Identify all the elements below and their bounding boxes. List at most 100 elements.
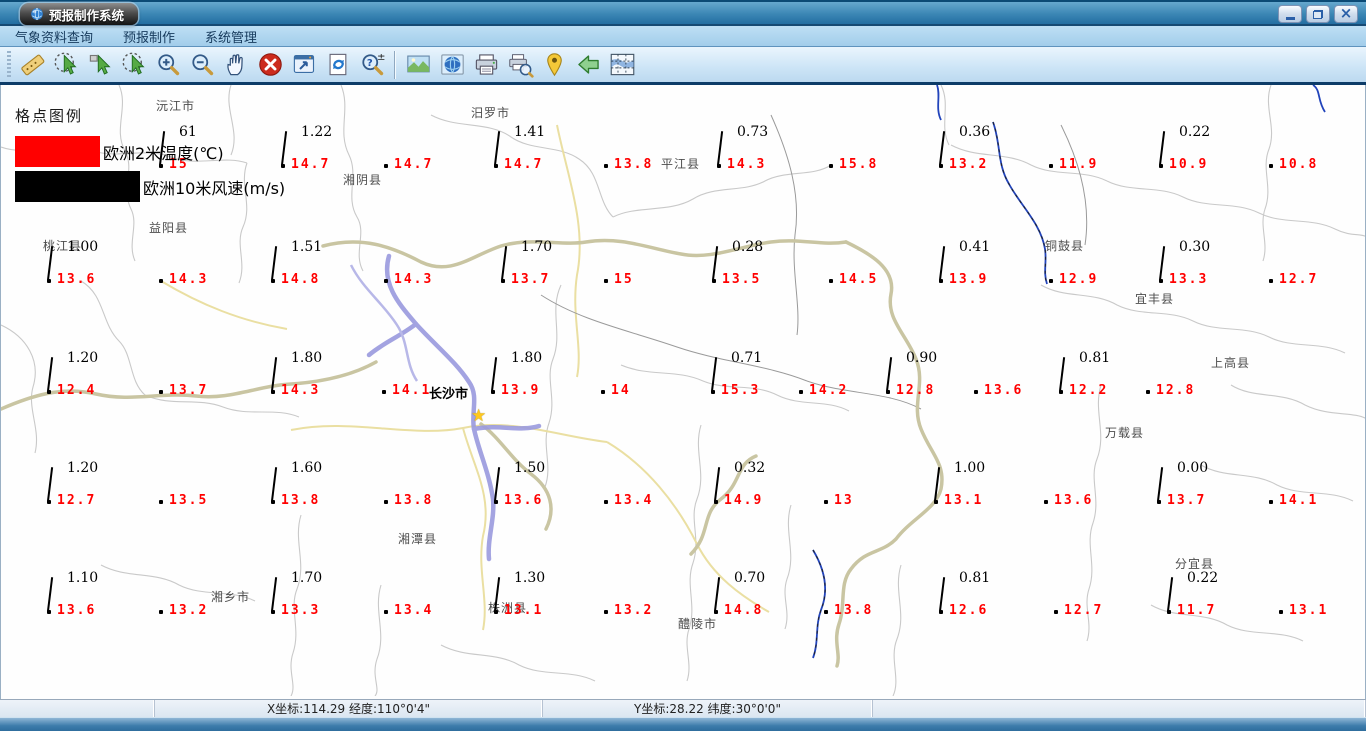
pointer-select-icon	[87, 51, 114, 78]
temperature-value: 12.4	[57, 383, 97, 398]
place-label: 醴陵市	[678, 617, 718, 631]
wind-speed-value: 0.73	[737, 124, 769, 140]
select-feature-button[interactable]	[49, 49, 83, 81]
temperature-value: 13.1	[1289, 603, 1329, 618]
place-label: 平江县	[661, 157, 701, 171]
zoom-in-button[interactable]	[151, 49, 185, 81]
wind-speed-value: 1.30	[514, 570, 546, 586]
pan-hand-button[interactable]	[219, 49, 253, 81]
globe-view-button[interactable]	[435, 49, 469, 81]
select-circle-button[interactable]	[117, 49, 151, 81]
toolbar-separator	[394, 50, 396, 79]
bottom-strip	[0, 717, 1366, 731]
restore-button[interactable]	[1306, 5, 1330, 23]
temperature-value: 10.9	[1169, 157, 1209, 172]
temperature-value: 13.1	[944, 493, 984, 508]
menu-item-3[interactable]: 系统管理	[190, 27, 272, 46]
temperature-value: 12.8	[1156, 383, 1196, 398]
wind-speed-value: 1.10	[67, 570, 99, 586]
zoom-out-button[interactable]	[185, 49, 219, 81]
menu-item-2[interactable]: 预报制作	[108, 27, 190, 46]
station-dot	[382, 390, 386, 394]
close-button[interactable]: ×	[1334, 5, 1358, 23]
city-label-major: 长沙市	[429, 387, 469, 402]
temperature-value: 14.3	[281, 383, 321, 398]
temperature-value: 14.7	[504, 157, 544, 172]
print-button[interactable]	[469, 49, 503, 81]
temperature-value: 14.9	[724, 493, 764, 508]
temperature-value: 13.8	[281, 493, 321, 508]
identify-zoom-button[interactable]: ? ±	[355, 49, 389, 81]
map-grid-button[interactable]	[605, 49, 639, 81]
place-label: 万载县	[1105, 426, 1145, 440]
temperature-value: 14.3	[394, 272, 434, 287]
station-dot	[1054, 610, 1058, 614]
station-dot	[159, 610, 163, 614]
measure-ruler-button[interactable]	[15, 49, 49, 81]
temperature-value: 13	[834, 493, 854, 508]
temperature-value: 13.4	[614, 493, 654, 508]
temperature-value: 15.8	[839, 157, 879, 172]
wind-speed-value: 1.51	[291, 239, 323, 255]
wind-speed-value: 1.50	[514, 460, 546, 476]
map-grid-icon	[609, 51, 636, 78]
print-preview-button[interactable]	[503, 49, 537, 81]
measure-ruler-icon	[19, 51, 46, 78]
print-preview-icon	[507, 51, 534, 78]
legend-swatch	[15, 136, 100, 167]
go-back-button[interactable]	[571, 49, 605, 81]
grid-legend: 格点图例 欧洲2米温度(℃) 欧洲10米风速(m/s)	[15, 105, 285, 206]
station-dot	[604, 610, 608, 614]
full-extent-button[interactable]	[287, 49, 321, 81]
status-panel-2: X坐标:114.29 经度:110°0'4"	[155, 700, 543, 717]
place-label: 汨罗市	[471, 106, 511, 120]
export-image-button[interactable]	[401, 49, 435, 81]
temperature-value: 12.7	[57, 493, 97, 508]
temperature-value: 14.1	[392, 383, 432, 398]
refresh-layer-button[interactable]	[321, 49, 355, 81]
temperature-value: 12.9	[1059, 272, 1099, 287]
temperature-value: 13.7	[169, 383, 209, 398]
temperature-value: 12.6	[949, 603, 989, 618]
status-panel-4	[873, 700, 1366, 717]
location-pin-button[interactable]	[537, 49, 571, 81]
temperature-value: 13.6	[1054, 493, 1094, 508]
station-dot	[604, 164, 608, 168]
wind-speed-value: 0.81	[1079, 350, 1111, 366]
wind-speed-value: 1.60	[291, 460, 323, 476]
temperature-value: 11.7	[1177, 603, 1217, 618]
go-back-icon	[575, 51, 602, 78]
station-dot	[824, 610, 828, 614]
temperature-value: 13.6	[57, 272, 97, 287]
toolbar-grip[interactable]	[7, 50, 11, 79]
temperature-value: 14.2	[809, 383, 849, 398]
wind-speed-value: 0.81	[959, 570, 991, 586]
export-image-icon	[405, 51, 432, 78]
legend-label: 欧洲10米风速(m/s)	[143, 178, 286, 198]
wind-speed-value: 1.70	[521, 239, 553, 255]
wind-speed-value: 0.00	[1177, 460, 1209, 476]
map-canvas[interactable]: 沅江市 汨罗市 湘阴县 平江县 益阳县 桃江县 铜鼓县 宜丰县 上高县 万载县 长沙市 湘潭县 分宜县湘…	[0, 85, 1366, 699]
station-dot	[1269, 279, 1273, 283]
wind-speed-value: 0.90	[906, 350, 938, 366]
temperature-value: 12.2	[1069, 383, 1109, 398]
restore-icon	[1313, 9, 1323, 19]
pointer-select-button[interactable]	[83, 49, 117, 81]
place-label: 湘阴县	[343, 173, 383, 187]
wind-speed-value: 1.20	[67, 350, 99, 366]
legend-swatch	[15, 171, 140, 202]
status-panel-1	[0, 700, 155, 717]
select-feature-icon	[53, 51, 80, 78]
station-dot	[384, 279, 388, 283]
cancel-button[interactable]	[253, 49, 287, 81]
wind-speed-value: 1.00	[954, 460, 986, 476]
minimize-button[interactable]	[1278, 5, 1302, 23]
temperature-value: 14.8	[281, 272, 321, 287]
temperature-value: 13.8	[834, 603, 874, 618]
menu-item-1[interactable]: 气象资料查询	[0, 27, 108, 46]
close-icon: ×	[1339, 3, 1353, 22]
station-dot	[974, 390, 978, 394]
station-dot	[1279, 610, 1283, 614]
station-dot	[384, 500, 388, 504]
app-tab[interactable]: 预报制作系统	[20, 3, 139, 25]
